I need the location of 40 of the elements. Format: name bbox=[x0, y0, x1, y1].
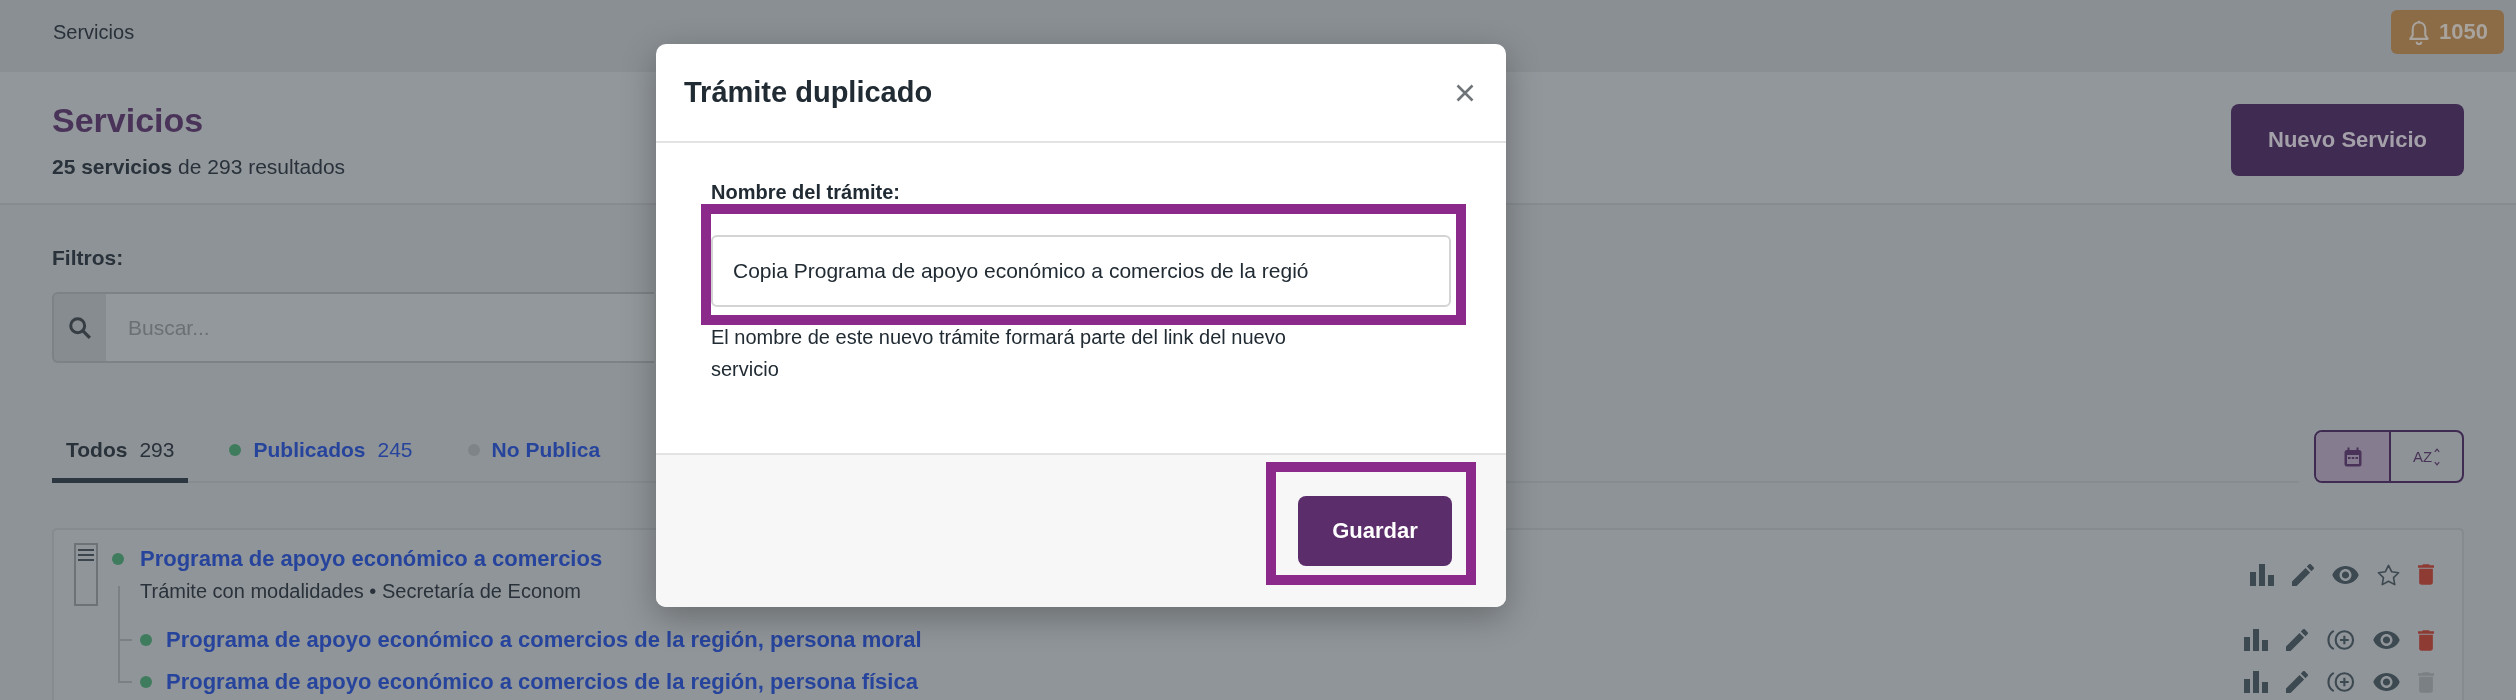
add-circle-icon[interactable] bbox=[2326, 628, 2355, 652]
result-summary: 25 servicios de 293 resultados bbox=[52, 153, 346, 180]
field-help-text: El nombre de este nuevo trámite formará parte del link del nuevo servicio bbox=[711, 325, 1287, 382]
eye-icon[interactable] bbox=[2332, 565, 2359, 584]
close-icon bbox=[1456, 83, 1474, 102]
star-icon[interactable] bbox=[2377, 563, 2400, 586]
filters-label: Filtros: bbox=[52, 245, 124, 271]
add-circle-icon[interactable] bbox=[2326, 670, 2355, 694]
top-bar-title: Servicios bbox=[53, 20, 135, 44]
sort-by-date-button[interactable] bbox=[2316, 432, 2389, 481]
dialog-title: Trámite duplicado bbox=[684, 76, 933, 109]
calendar-icon bbox=[2343, 446, 2362, 467]
service-title-link[interactable]: Programa de apoyo económico a comercios de la región, persona física bbox=[166, 668, 918, 696]
trash-icon[interactable] bbox=[2418, 629, 2434, 651]
document-icon[interactable] bbox=[74, 543, 98, 606]
filter-tab[interactable]: Todos 293 bbox=[52, 425, 189, 483]
save-button[interactable]: Guardar bbox=[1298, 496, 1452, 566]
eye-icon[interactable] bbox=[2373, 673, 2400, 691]
sort-arrows-icon bbox=[2434, 447, 2441, 466]
name-input[interactable]: Copia Programa de apoyo económico a comercios de la regió bbox=[711, 235, 1451, 307]
trash-icon[interactable] bbox=[2418, 564, 2434, 585]
pencil-icon[interactable] bbox=[2292, 563, 2314, 586]
eye-icon[interactable] bbox=[2373, 631, 2400, 649]
service-title-link[interactable]: Programa de apoyo económico a comercios de la región, persona moral bbox=[166, 626, 922, 654]
notification-badge[interactable]: 1050 bbox=[2391, 10, 2504, 54]
pencil-icon[interactable] bbox=[2286, 629, 2308, 651]
field-label: Nombre del trámite: bbox=[711, 180, 900, 204]
filter-tab[interactable]: No Publica bbox=[453, 425, 615, 483]
sort-alphabetical-button[interactable]: AZ bbox=[2389, 432, 2462, 481]
service-meta: Trámite con modalidades • Secretaría de Econom bbox=[140, 578, 581, 604]
page-title: Servicios bbox=[52, 99, 204, 141]
pencil-icon[interactable] bbox=[2286, 671, 2308, 693]
search-icon bbox=[52, 292, 106, 363]
bar-chart-icon[interactable] bbox=[2244, 629, 2268, 651]
filter-tab[interactable]: Publicados 245 bbox=[215, 425, 427, 483]
service-title-link[interactable]: Programa de apoyo económico a comercios bbox=[140, 544, 603, 573]
new-service-button[interactable]: Nuevo Servicio bbox=[2231, 103, 2464, 176]
bar-chart-icon[interactable] bbox=[2244, 671, 2268, 693]
bell-icon bbox=[2409, 19, 2430, 45]
bar-chart-icon[interactable] bbox=[2250, 563, 2274, 586]
